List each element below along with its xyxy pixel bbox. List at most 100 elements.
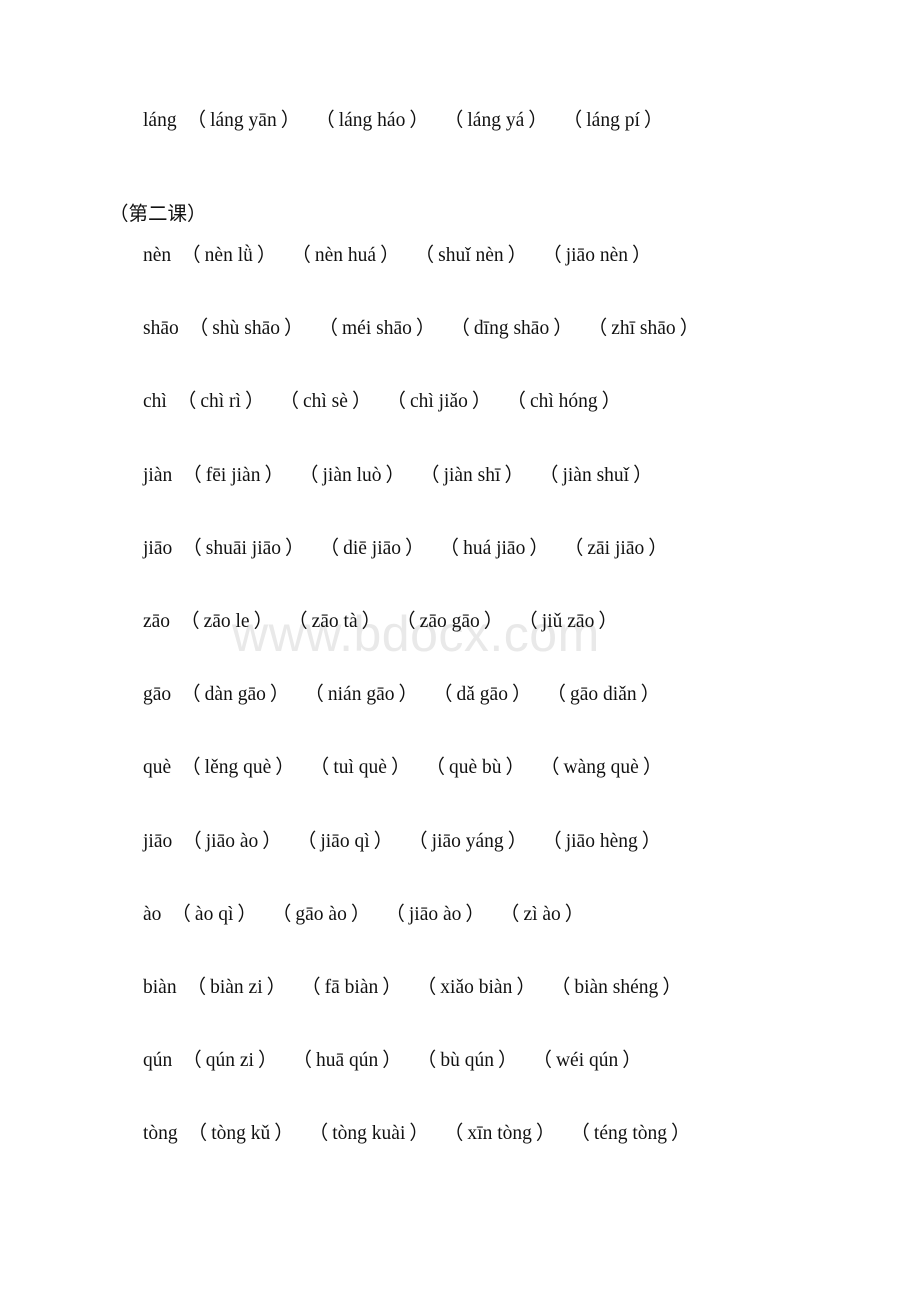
open-paren: （	[506, 391, 526, 413]
pinyin-term: （chì sè）	[278, 389, 372, 415]
pinyin-word: ào qì	[194, 903, 234, 925]
pinyin-word: gāo ào	[295, 903, 347, 925]
pinyin-term: （dǎ gāo）	[432, 682, 532, 708]
pinyin-term: （tòng kuài）	[308, 1121, 430, 1147]
pinyin-term: （wéi qún）	[531, 1048, 642, 1074]
pinyin-word: méi shāo	[342, 318, 412, 340]
pinyin-term: （jiāo qì）	[296, 829, 394, 855]
open-paren: （	[319, 537, 340, 559]
pinyin-word: láng yá	[467, 110, 525, 131]
pinyin-word: huā qún	[316, 1050, 379, 1072]
pinyin-word: xīn tòng	[467, 1123, 532, 1145]
entry-headword: què	[143, 757, 172, 779]
open-paren: （	[450, 318, 470, 340]
pinyin-word: zì ào	[523, 903, 561, 925]
pinyin-word: fā biàn	[324, 977, 379, 998]
close-paren: ）	[269, 684, 290, 706]
pinyin-word: shuǐ nèn	[438, 245, 504, 266]
entry-row: zāo （zāo le）（zāo tà）（zāo gāo）（jiǔ zāo）	[143, 609, 619, 635]
open-paren: （	[563, 537, 584, 559]
pinyin-term: （jiāo yáng）	[407, 829, 528, 855]
close-paren: ）	[285, 537, 305, 559]
pinyin-term: （gāo diǎn）	[545, 682, 661, 708]
pinyin-word: wàng què	[563, 757, 639, 779]
pinyin-word: tuì què	[333, 757, 387, 779]
open-paren: （	[532, 1050, 552, 1072]
close-paren: ）	[409, 1123, 429, 1145]
pinyin-term: （láng háo）	[314, 108, 430, 134]
pinyin-word: dīng shāo	[473, 318, 550, 340]
open-paren: （	[315, 110, 335, 131]
open-paren: （	[587, 318, 608, 340]
pinyin-word: fēi jiàn	[205, 464, 261, 486]
pinyin-word: chì sè	[302, 391, 348, 413]
close-paren: ）	[516, 977, 536, 998]
pinyin-word: jiāo nèn	[565, 245, 628, 266]
entry-row: qún （qún zi）（huā qún）（bù qún）（wéi qún）	[143, 1048, 643, 1074]
entry-headword: gāo	[143, 684, 172, 706]
pinyin-word: què bù	[448, 757, 502, 779]
pinyin-term: （jiàn shī）	[419, 463, 525, 489]
close-paren: ）	[504, 464, 524, 486]
pinyin-term: （méi shāo）	[318, 316, 437, 342]
close-paren: ）	[266, 977, 287, 998]
pinyin-term: （biàn shéng）	[550, 975, 683, 1001]
open-paren: （	[304, 684, 324, 706]
pinyin-term: （fā biàn）	[300, 975, 403, 1001]
close-paren: ）	[382, 1050, 402, 1072]
pinyin-term: （nèn huá）	[290, 243, 400, 269]
close-paren: ）	[631, 245, 652, 266]
pinyin-term: （tuì què）	[309, 755, 412, 781]
pinyin-word: shù shāo	[212, 318, 280, 340]
close-paren: ）	[511, 684, 532, 706]
open-paren: （	[433, 684, 453, 706]
pinyin-word: zāo tà	[311, 611, 358, 632]
open-paren: （	[182, 1050, 202, 1072]
pinyin-term: （chì rì）	[176, 389, 266, 415]
close-paren: ）	[405, 537, 425, 559]
close-paren: ）	[535, 1123, 556, 1145]
pinyin-word: huá jiāo	[463, 537, 526, 559]
open-paren: （	[182, 537, 202, 559]
pinyin-word: jiāo qì	[320, 830, 370, 852]
close-paren: ）	[350, 903, 371, 925]
open-paren: （	[562, 110, 583, 131]
close-paren: ）	[390, 757, 411, 779]
pinyin-term: （qún zi）	[181, 1048, 278, 1074]
pinyin-term: （nèn lǜ）	[180, 243, 277, 269]
open-paren: （	[570, 1123, 590, 1145]
pinyin-term: （xīn tòng）	[443, 1121, 557, 1147]
open-paren: （	[181, 245, 201, 266]
open-paren: （	[292, 1050, 312, 1072]
open-paren: （	[416, 1050, 437, 1072]
pinyin-word: nián gāo	[327, 684, 395, 706]
pinyin-term: （wàng què）	[539, 755, 663, 781]
close-paren: ）	[622, 1050, 642, 1072]
open-paren: （	[291, 245, 311, 266]
close-paren: ）	[382, 977, 402, 998]
pinyin-term: （bù qún）	[416, 1048, 519, 1074]
open-paren: （	[416, 977, 437, 998]
close-paren: ）	[264, 464, 284, 486]
close-paren: ）	[471, 391, 492, 413]
pinyin-word: gāo diǎn	[570, 684, 637, 706]
close-paren: ）	[409, 110, 429, 131]
pinyin-term: （gāo ào）	[271, 902, 371, 928]
pinyin-term: （nián gāo）	[303, 682, 419, 708]
pinyin-term: （jiǔ zāo）	[517, 609, 619, 635]
close-paren: ）	[601, 391, 622, 413]
open-paren: （	[540, 757, 560, 779]
close-paren: ）	[642, 757, 663, 779]
pinyin-word: dǎ gāo	[456, 684, 508, 706]
close-paren: ）	[275, 757, 295, 779]
close-paren: ）	[528, 110, 548, 131]
open-paren: （	[308, 1123, 329, 1145]
pinyin-word: téng tòng	[593, 1123, 668, 1145]
close-paren: ）	[385, 464, 406, 486]
close-paren: ）	[283, 318, 304, 340]
close-paren: ）	[662, 977, 682, 998]
entry-row: jiāo （shuāi jiāo）（diē jiāo）（huá jiāo）（zāi…	[143, 536, 669, 562]
pinyin-term: （huá jiāo）	[439, 536, 550, 562]
pinyin-word: qún zi	[205, 1050, 254, 1072]
close-paren: ）	[351, 391, 372, 413]
